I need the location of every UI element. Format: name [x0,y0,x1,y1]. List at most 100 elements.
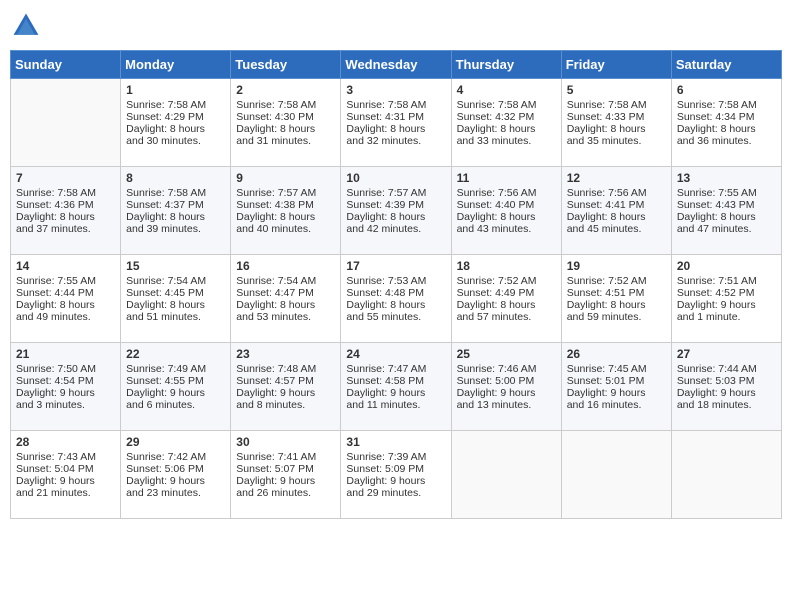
calendar-cell: 19Sunrise: 7:52 AMSunset: 4:51 PMDayligh… [561,255,671,343]
day-info: and 43 minutes. [457,223,556,235]
day-info: Sunrise: 7:58 AM [567,99,666,111]
day-info: Daylight: 8 hours [346,299,445,311]
calendar-cell: 27Sunrise: 7:44 AMSunset: 5:03 PMDayligh… [671,343,781,431]
day-info: and 57 minutes. [457,311,556,323]
day-number: 4 [457,83,556,97]
calendar-cell: 26Sunrise: 7:45 AMSunset: 5:01 PMDayligh… [561,343,671,431]
calendar-cell: 3Sunrise: 7:58 AMSunset: 4:31 PMDaylight… [341,79,451,167]
day-info: and 11 minutes. [346,399,445,411]
day-number: 14 [16,259,115,273]
day-info: Daylight: 8 hours [567,123,666,135]
calendar-week-row: 7 Sunrise: 7:58 AMSunset: 4:36 PM Daylight… [11,167,782,255]
day-info: Sunrise: 7:47 AM [346,363,445,375]
day-info: Sunset: 4:39 PM [346,199,445,211]
day-number: 29 [126,435,225,449]
day-info: Sunset: 4:58 PM [346,375,445,387]
day-info: and 33 minutes. [457,135,556,147]
day-info: and 35 minutes. [567,135,666,147]
day-info: Daylight: 8 hours [677,123,776,135]
day-info: Sunrise: 7:50 AM [16,363,115,375]
day-info: Sunset: 5:03 PM [677,375,776,387]
day-info: Sunset: 4:36 PM [16,199,115,211]
day-number: 12 [567,171,666,185]
day-info: Daylight: 8 hours [126,123,225,135]
day-number: 7 [16,171,115,185]
calendar-cell [671,431,781,519]
day-info: and 23 minutes. [126,487,225,499]
calendar-cell: 28Sunrise: 7:43 AMSunset: 5:04 PMDayligh… [11,431,121,519]
calendar-cell [11,79,121,167]
day-info: Sunrise: 7:58 AM [346,99,445,111]
calendar-cell: 10Sunrise: 7:57 AMSunset: 4:39 PMDayligh… [341,167,451,255]
weekday-header: Tuesday [231,51,341,79]
day-number: 26 [567,347,666,361]
logo [10,10,46,42]
day-info: and 29 minutes. [346,487,445,499]
day-info: Daylight: 9 hours [457,387,556,399]
day-info: Sunset: 4:40 PM [457,199,556,211]
day-info: Sunrise: 7:51 AM [677,275,776,287]
day-number: 21 [16,347,115,361]
day-number: 2 [236,83,335,97]
day-info: and 26 minutes. [236,487,335,499]
weekday-header: Monday [121,51,231,79]
day-info: Daylight: 8 hours [677,211,776,223]
calendar-week-row: 14Sunrise: 7:55 AMSunset: 4:44 PMDayligh… [11,255,782,343]
weekday-header: Sunday [11,51,121,79]
day-info: Sunrise: 7:54 AM [236,275,335,287]
calendar-cell: 29Sunrise: 7:42 AMSunset: 5:06 PMDayligh… [121,431,231,519]
calendar-cell: 6Sunrise: 7:58 AMSunset: 4:34 PMDaylight… [671,79,781,167]
day-info: Sunrise: 7:43 AM [16,451,115,463]
day-info: Daylight: 9 hours [346,475,445,487]
day-info: Sunrise: 7:58 AM [457,99,556,111]
day-info: and 55 minutes. [346,311,445,323]
day-info: Sunset: 4:41 PM [567,199,666,211]
day-number: 19 [567,259,666,273]
day-info: Sunset: 5:01 PM [567,375,666,387]
day-info: Sunset: 4:38 PM [236,199,335,211]
day-info: Sunrise: 7:58 AM [236,99,335,111]
day-info: Daylight: 9 hours [677,299,776,311]
day-info: and 6 minutes. [126,399,225,411]
day-number: 17 [346,259,445,273]
day-info: Sunrise: 7:58 AM [16,187,115,199]
calendar-table: SundayMondayTuesdayWednesdayThursdayFrid… [10,50,782,519]
day-number: 24 [346,347,445,361]
day-info: Sunset: 4:30 PM [236,111,335,123]
day-info: Sunset: 4:54 PM [16,375,115,387]
day-info: Sunrise: 7:41 AM [236,451,335,463]
day-info: Sunrise: 7:57 AM [236,187,335,199]
calendar-cell: 13Sunrise: 7:55 AMSunset: 4:43 PMDayligh… [671,167,781,255]
calendar-cell: 11Sunrise: 7:56 AMSunset: 4:40 PMDayligh… [451,167,561,255]
calendar-cell: 12Sunrise: 7:56 AMSunset: 4:41 PMDayligh… [561,167,671,255]
day-info: Daylight: 8 hours [236,299,335,311]
day-info: Sunrise: 7:54 AM [126,275,225,287]
day-number: 1 [126,83,225,97]
day-info: Daylight: 8 hours [126,299,225,311]
day-info: Sunrise: 7:49 AM [126,363,225,375]
day-info: and 49 minutes. [16,311,115,323]
calendar-cell: 15Sunrise: 7:54 AMSunset: 4:45 PMDayligh… [121,255,231,343]
day-info: and 32 minutes. [346,135,445,147]
calendar-cell: 9Sunrise: 7:57 AMSunset: 4:38 PMDaylight… [231,167,341,255]
day-number: 28 [16,435,115,449]
day-info: Sunset: 5:00 PM [457,375,556,387]
day-info: Sunset: 4:45 PM [126,287,225,299]
day-info: and 3 minutes. [16,399,115,411]
day-info: and 1 minute. [677,311,776,323]
day-info: Daylight: 8 hours [457,211,556,223]
day-info: Sunset: 4:49 PM [457,287,556,299]
day-info: Daylight: 9 hours [126,387,225,399]
day-info: Sunrise: 7:55 AM [16,275,115,287]
weekday-header: Saturday [671,51,781,79]
day-info: and 40 minutes. [236,223,335,235]
calendar-cell [451,431,561,519]
day-info: Sunset: 4:29 PM [126,111,225,123]
day-number: 27 [677,347,776,361]
day-number: 16 [236,259,335,273]
day-info: Sunrise: 7:52 AM [567,275,666,287]
day-info: and 13 minutes. [457,399,556,411]
calendar-cell: 14Sunrise: 7:55 AMSunset: 4:44 PMDayligh… [11,255,121,343]
page-header [10,10,782,42]
day-number: 31 [346,435,445,449]
